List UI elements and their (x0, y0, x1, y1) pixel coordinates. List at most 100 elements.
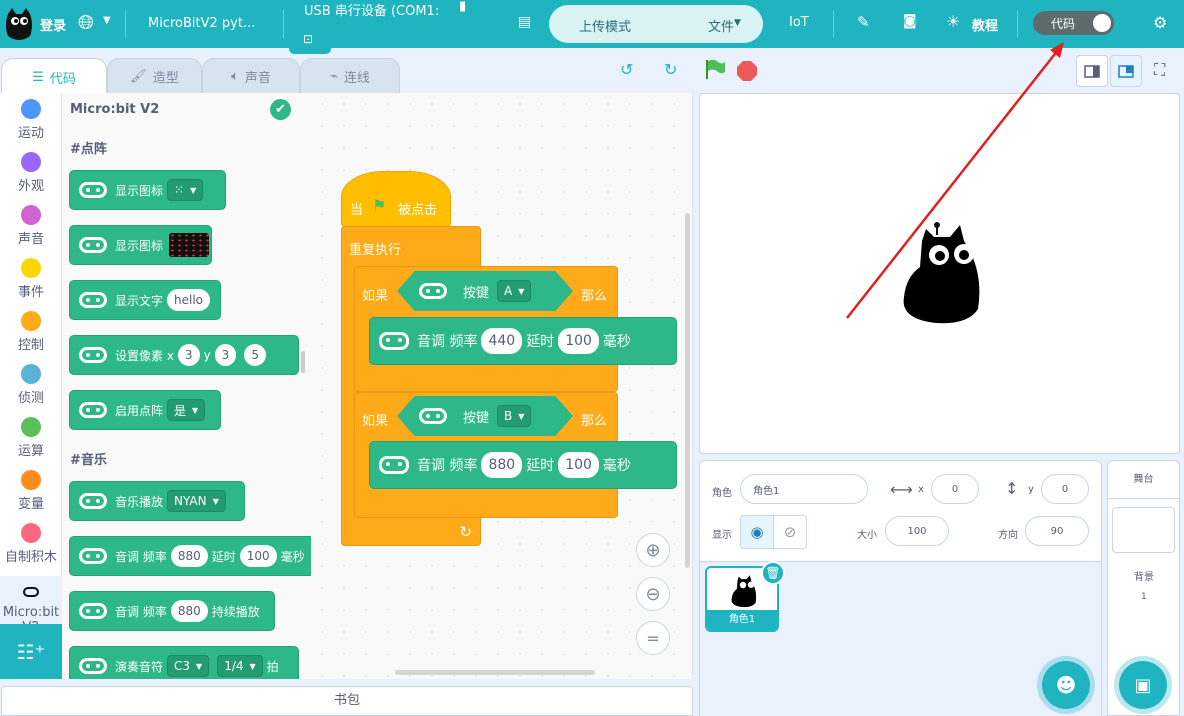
normal-stage-button[interactable] (1110, 55, 1142, 87)
category-item[interactable]: 自制积木 (0, 523, 62, 565)
show-hidden-button[interactable]: ⊘ (773, 515, 807, 549)
green-flag-icon[interactable] (704, 58, 726, 80)
workspace-vscrollbar[interactable] (685, 213, 690, 568)
note-dropdown[interactable]: C3 ▼ (167, 655, 210, 677)
category-item[interactable]: 声音 (0, 205, 62, 247)
zoom-reset-button[interactable]: = (636, 621, 670, 655)
x-input[interactable]: 0 (931, 474, 979, 504)
upload-mode-pill[interactable]: 上传模式 文件 ▼ (549, 5, 763, 43)
palette-scrollbar[interactable] (301, 351, 305, 373)
tone-block-a[interactable]: 音调 频率 440 延时 100 毫秒 (369, 317, 677, 365)
lightbulb-icon[interactable]: ☀ (946, 12, 960, 31)
category-item[interactable]: 控制 (0, 311, 62, 353)
category-item[interactable]: 侦测 (0, 364, 62, 406)
settings-gear-icon[interactable]: ⚙ (1153, 13, 1167, 32)
button-b-condition[interactable]: 按键 B ▼ (397, 396, 573, 436)
stop-icon[interactable] (736, 60, 758, 82)
add-extension-button[interactable]: ☷⁺ (0, 624, 62, 679)
redo-icon[interactable]: ↻ (664, 60, 677, 79)
category-color-dot (21, 470, 41, 490)
iot-button[interactable]: IoT (789, 15, 809, 30)
category-item[interactable]: 事件 (0, 258, 62, 300)
code-workspace[interactable]: 当 ⚑ 被点击 重复执行 ↻ 如果 那么 如果 那么 按键 A ▼ 音调 频率 4… (311, 93, 693, 679)
show-visible-button[interactable]: ◉ (740, 515, 774, 549)
delay-input[interactable]: 100 (558, 328, 599, 354)
tab-costumes[interactable]: 🖌︎ 造型 (107, 58, 202, 94)
delay-input[interactable]: 100 (239, 545, 277, 567)
tab-wiring[interactable]: ⌁ 连线 (300, 58, 400, 94)
device-dropdown-tab[interactable]: ⊡ (289, 28, 331, 54)
block-set-pixel[interactable]: 设置像素 x 3 y 3 5 (69, 335, 299, 375)
delete-sprite-button[interactable]: 🗑︎ (761, 561, 785, 585)
zoom-out-button[interactable]: ⊖ (636, 577, 670, 611)
block-show-icon-matrix[interactable]: 显示图标 (69, 225, 212, 265)
frequency-input[interactable]: 880 (481, 452, 523, 478)
microbit-icon (79, 347, 107, 363)
tab-code[interactable]: ☰ 代码 (1, 58, 107, 95)
undo-icon[interactable]: ↺ (620, 60, 633, 79)
block-label: 设置像素 x (115, 348, 174, 363)
camera-icon[interactable]: ◙ (903, 13, 917, 29)
category-color-dot (21, 311, 41, 331)
size-input[interactable]: 100 (885, 516, 949, 546)
button-b-dropdown[interactable]: B ▼ (497, 405, 532, 427)
delay-input[interactable]: 100 (558, 452, 599, 478)
pencil-icon[interactable]: ✎ (857, 13, 870, 31)
globe-icon[interactable]: 🌐︎ (78, 10, 94, 34)
beat-dropdown[interactable]: 1/4 ▼ (217, 655, 263, 677)
app-logo[interactable] (4, 6, 34, 42)
led-matrix-icon[interactable] (169, 233, 210, 257)
frequency-input[interactable]: 440 (481, 328, 523, 354)
tone-block-b[interactable]: 音调 频率 880 延时 100 毫秒 (369, 441, 677, 489)
small-stage-button[interactable] (1076, 55, 1108, 87)
block-tone-delay[interactable]: 音调 频率 880 延时 100 毫秒 (69, 536, 311, 576)
add-sprite-button[interactable]: ☻ (1042, 661, 1090, 709)
stage-canvas[interactable] (699, 93, 1180, 454)
fullscreen-button[interactable]: ⛶ (1145, 55, 1177, 87)
sprite-cat[interactable] (900, 221, 984, 326)
block-tone-continuous[interactable]: 音调 频率 880 持续播放 (69, 591, 275, 631)
text-input[interactable]: hello (167, 289, 211, 311)
block-label: 启用点阵 (115, 403, 164, 418)
block-label: 那么 (581, 414, 608, 429)
frequency-input[interactable]: 880 (170, 600, 208, 622)
event-hat-block[interactable]: 当 ⚑ 被点击 (341, 171, 451, 227)
icon-dropdown[interactable]: ⁙ ▼ (167, 179, 204, 201)
category-item[interactable]: 运算 (0, 417, 62, 459)
block-show-icon[interactable]: 显示图标 ⁙ ▼ (69, 170, 226, 210)
device-selector[interactable]: USB 串行设备 (COM1: (304, 0, 439, 19)
button-a-condition[interactable]: 按键 A ▼ (397, 271, 573, 311)
y-input[interactable]: 3 (214, 344, 237, 366)
frequency-input[interactable]: 880 (170, 545, 208, 567)
block-show-text[interactable]: 显示文字 hello (69, 280, 221, 320)
backpack-bar[interactable]: 书包 (1, 686, 693, 716)
y-input[interactable]: 0 (1041, 474, 1089, 504)
tab-sounds[interactable]: 🔈︎ 声音 (202, 58, 300, 94)
sprite-name-input[interactable]: 角色1 (740, 474, 868, 504)
file-icon[interactable]: ▤ (518, 14, 531, 30)
upload-mode-label[interactable]: 上传模式 (579, 16, 631, 35)
file-menu[interactable]: 文件 (708, 16, 734, 35)
button-a-dropdown[interactable]: A ▼ (497, 280, 532, 302)
stage-selector-panel[interactable]: 舞台 背景 1 ▣ (1107, 460, 1180, 716)
category-label: 自制积木 (4, 550, 57, 565)
code-toggle[interactable]: 代码 (1033, 11, 1114, 35)
login-link[interactable]: 登录 (40, 15, 66, 34)
x-input[interactable]: 3 (177, 344, 200, 366)
block-play-note[interactable]: 演奏音符 C3 ▼ 1/4 ▼ 拍 (69, 646, 299, 679)
brightness-input[interactable]: 5 (244, 344, 266, 366)
block-play-music[interactable]: 音乐播放 NYAN ▼ (69, 481, 245, 521)
music-dropdown[interactable]: NYAN ▼ (167, 490, 226, 512)
enable-dropdown[interactable]: 是 ▼ (167, 399, 206, 421)
direction-input[interactable]: 90 (1025, 516, 1089, 546)
tutorial-link[interactable]: 教程 (972, 15, 998, 34)
block-enable-matrix[interactable]: 启用点阵 是 ▼ (69, 390, 221, 430)
category-item[interactable]: 外观 (0, 152, 62, 194)
category-item[interactable]: 变量 (0, 470, 62, 512)
project-name[interactable]: MicroBitV2 pyt... (148, 16, 255, 31)
category-item[interactable]: 运动 (0, 99, 62, 141)
workspace-hscrollbar[interactable] (395, 670, 595, 675)
stage-thumbnail[interactable] (1112, 507, 1175, 553)
zoom-in-button[interactable]: ⊕ (636, 533, 670, 567)
add-backdrop-button[interactable]: ▣ (1119, 661, 1167, 709)
